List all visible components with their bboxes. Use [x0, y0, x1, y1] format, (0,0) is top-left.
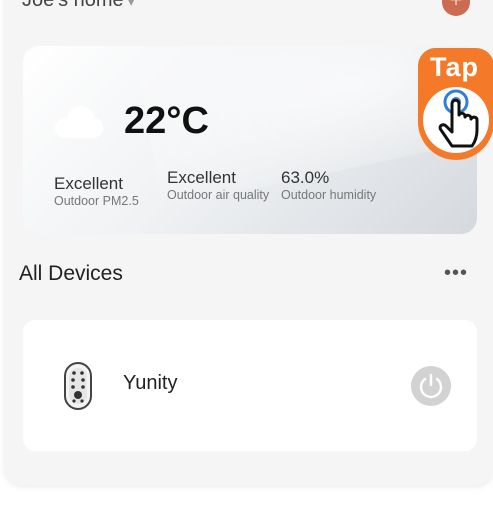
chevron-down-icon: ▾ — [127, 0, 135, 9]
cloud-icon — [55, 106, 103, 138]
section-title: All Devices — [19, 262, 123, 285]
tap-overlay: Tap — [416, 46, 493, 161]
home-name: Joe's home — [22, 0, 124, 11]
stat-pm25: Excellent Outdoor PM2.5 — [54, 174, 139, 208]
stat-value: 63.0% — [281, 168, 330, 187]
power-button[interactable] — [411, 366, 451, 406]
power-icon — [419, 373, 443, 399]
stat-label: Outdoor air quality — [167, 188, 270, 202]
stat-value: Excellent — [167, 168, 236, 187]
tap-label: Tap — [430, 52, 479, 82]
device-card[interactable]: Yunity — [23, 320, 477, 451]
stat-label: Outdoor PM2.5 — [54, 194, 139, 208]
home-selector[interactable]: Joe's home ▾ — [22, 0, 135, 13]
device-name: Yunity — [123, 372, 178, 394]
hand-tap-icon — [438, 89, 479, 148]
stat-humidity: 63.0% Outdoor humidity — [281, 168, 376, 202]
temperature: 22°C — [124, 100, 209, 142]
stat-label: Outdoor humidity — [281, 188, 377, 202]
stat-air-quality: Excellent Outdoor air quality — [167, 168, 281, 202]
weather-card[interactable]: 22°C Excellent Outdoor PM2.5 Excellent O… — [23, 46, 477, 234]
more-options-icon[interactable]: ••• — [444, 263, 468, 283]
stat-value: Excellent — [54, 174, 123, 193]
smart-lock-icon — [64, 362, 92, 410]
